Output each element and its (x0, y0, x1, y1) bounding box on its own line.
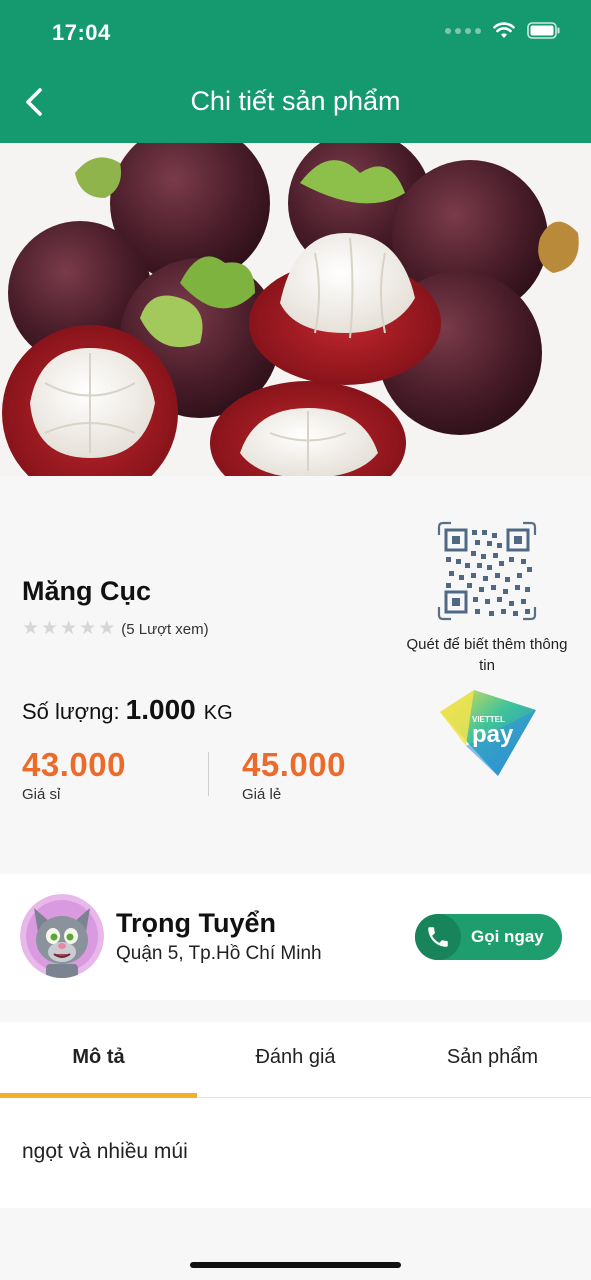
quantity-value: 1.000 (125, 694, 196, 725)
battery-icon (527, 22, 560, 39)
home-indicator[interactable] (190, 1262, 401, 1268)
pay-logo-brand-main: pay (472, 721, 514, 748)
star-icon: ★ (60, 618, 78, 639)
seller-name: Trọng Tuyển (116, 908, 276, 938)
retail-price: 45.000 Giá lẻ (242, 746, 346, 803)
price-label: Giá sỉ (22, 786, 61, 803)
wholesale-price: 43.000 Giá sỉ (22, 746, 126, 803)
page-title: Chi tiết sản phẩm (190, 86, 401, 116)
tab-reviews[interactable]: Đánh giá (197, 1022, 394, 1097)
product-name: Măng Cục (22, 576, 152, 606)
star-icon: ★ (79, 618, 97, 639)
price-value: 43.000 (22, 746, 126, 783)
phone-icon (415, 914, 461, 960)
quantity-label: Số lượng: (22, 699, 120, 724)
rating: ★ ★ ★ ★ ★ (5 Lượt xem) (22, 619, 209, 639)
description-panel: ngọt và nhiều múi (0, 1098, 591, 1208)
app-header: 17:04 Chi tiết sản phẩm (0, 0, 591, 143)
status-icons (445, 22, 561, 39)
star-icon: ★ (98, 618, 116, 639)
wifi-icon (493, 22, 515, 38)
view-count: (5 Lượt xem) (121, 620, 209, 638)
tab-bar: Mô tả Đánh giá Sản phẩm (0, 1022, 591, 1098)
price-divider (208, 752, 209, 796)
quantity: Số lượng: 1.000 KG (22, 694, 233, 726)
product-image (0, 143, 591, 476)
avatar[interactable] (20, 894, 104, 978)
rating-stars: ★ ★ ★ ★ ★ (22, 619, 115, 639)
qr-caption: Quét để biết thêm thông tin (406, 636, 568, 674)
status-time: 17:04 (52, 20, 111, 45)
star-icon: ★ (22, 618, 40, 639)
qr-code[interactable] (437, 521, 537, 621)
viettelpay-logo: VIETTEL pay (440, 690, 536, 776)
price-value: 45.000 (242, 746, 346, 783)
seller-address: Quận 5, Tp.Hồ Chí Minh (116, 943, 322, 964)
quantity-unit: KG (203, 702, 233, 724)
call-now-button[interactable]: Gọi ngay (415, 914, 562, 960)
seller-card: Trọng Tuyển Quận 5, Tp.Hồ Chí Minh Gọi n… (0, 874, 591, 1000)
tab-products[interactable]: Sản phẩm (394, 1022, 591, 1097)
signal-icon (445, 27, 481, 34)
call-now-label: Gọi ngay (471, 927, 544, 946)
tab-description[interactable]: Mô tả (0, 1022, 197, 1098)
description-text: ngọt và nhiều múi (22, 1140, 188, 1163)
price-label: Giá lẻ (242, 786, 282, 803)
product-info: Măng Cục ★ ★ ★ ★ ★ (5 Lượt xem) Số lượng… (0, 476, 591, 874)
star-icon: ★ (41, 618, 59, 639)
